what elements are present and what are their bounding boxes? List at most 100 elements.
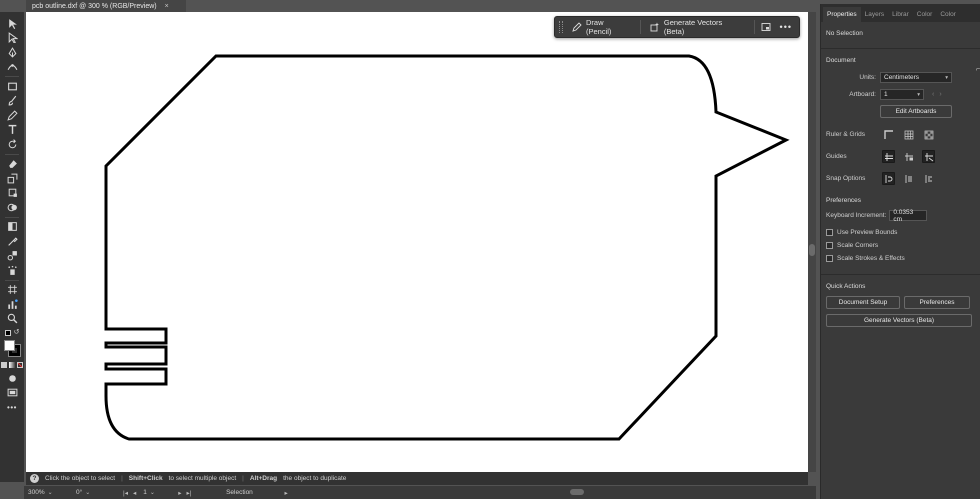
draw-pencil-button[interactable]: Draw (Pencil)	[567, 18, 636, 36]
rulers-toggle[interactable]	[882, 128, 895, 141]
artboard-options-icon[interactable]	[759, 20, 773, 34]
generate-vectors-panel-button[interactable]: Generate Vectors (Beta)	[826, 314, 972, 327]
scale-corners-checkbox[interactable]: Scale Corners	[826, 242, 975, 249]
none-mode-icon[interactable]	[17, 362, 23, 368]
direct-selection-tool-button[interactable]	[3, 31, 21, 46]
last-artboard-button[interactable]: ▸|	[186, 489, 191, 497]
draw-mode-button[interactable]	[3, 371, 21, 386]
shape-builder-tool-button[interactable]	[3, 200, 21, 215]
free-transform-tool-icon	[8, 188, 17, 198]
paintbrush-tool-button[interactable]	[3, 94, 21, 109]
eyedropper-tool-button[interactable]	[3, 234, 21, 249]
preferences-button[interactable]: Preferences	[904, 296, 970, 309]
document-tab[interactable]: pcb outline.dxf @ 300 % (RGB/Preview) ×	[26, 0, 186, 12]
free-transform-tool-button[interactable]	[3, 186, 21, 201]
edit-toolbar-button[interactable]: •••	[3, 400, 21, 415]
artboard-navigation: |◂ ◂	[120, 489, 139, 497]
artboard-next-icon[interactable]: ›	[939, 91, 941, 98]
taskbar-grip-handle[interactable]	[559, 21, 563, 33]
use-preview-bounds-checkbox[interactable]: Use Preview Bounds	[826, 229, 975, 236]
help-icon[interactable]: ?	[30, 474, 39, 483]
artboard-dropdown[interactable]: 1 ▾	[880, 89, 924, 100]
panel-collapse-icon[interactable]: ⌐	[976, 66, 980, 73]
generate-vectors-button[interactable]: Generate Vectors (Beta)	[645, 18, 750, 36]
previous-artboard-button[interactable]: ◂	[133, 489, 136, 497]
scale-tool-button[interactable]	[3, 171, 21, 186]
scale-strokes-checkbox[interactable]: Scale Strokes & Effects	[826, 255, 975, 262]
more-options-button[interactable]: •••	[777, 22, 795, 32]
generate-vectors-icon	[650, 22, 659, 32]
artboard-number-value: 1	[143, 489, 147, 496]
gradient-tool-button[interactable]	[3, 220, 21, 235]
play-icon[interactable]: ▸	[284, 489, 287, 497]
horizontal-scroll-thumb[interactable]	[570, 489, 584, 495]
eyedropper-tool-icon	[7, 237, 18, 246]
smart-guides-toggle[interactable]	[922, 150, 935, 163]
fill-swatch[interactable]	[4, 340, 15, 351]
fill-stroke-swatches[interactable]	[2, 338, 22, 358]
current-tool-display[interactable]: Selection	[194, 487, 284, 498]
first-artboard-button[interactable]: |◂	[123, 489, 128, 497]
direct-selection-tool-icon	[8, 32, 18, 44]
units-dropdown[interactable]: Centimeters ▾	[880, 72, 952, 83]
checkbox-box[interactable]	[826, 255, 833, 262]
keyboard-increment-input[interactable]: 0.0353 cm	[889, 209, 928, 223]
gradient-mode-icon[interactable]	[9, 362, 15, 368]
rotation-field[interactable]: 0° ⌄	[72, 487, 120, 498]
artboard-tool-button[interactable]	[3, 283, 21, 298]
document-setup-button[interactable]: Document Setup	[826, 296, 900, 309]
rectangle-tool-button[interactable]	[3, 79, 21, 94]
bar-graph-tool-button[interactable]	[3, 297, 21, 312]
tab-libraries[interactable]: Librar	[888, 11, 913, 22]
vertical-scrollbar[interactable]	[808, 12, 816, 472]
shape-builder-tool-icon	[7, 203, 17, 212]
status-hint-shift-key: Shift+Click	[128, 475, 163, 482]
swap-colors-icon[interactable]: ↺	[14, 329, 20, 336]
curvature-tool-button[interactable]	[3, 60, 21, 75]
tab-properties[interactable]: Properties	[823, 7, 861, 22]
zoom-level-field[interactable]: 300% ⌄	[24, 487, 72, 498]
snap-to-pixel-toggle[interactable]	[922, 172, 935, 185]
properties-panel: Properties Layers Librar Color Color No …	[820, 4, 980, 499]
artboard-tool-icon	[7, 285, 17, 295]
checkbox-box[interactable]	[826, 242, 833, 249]
guides-icon	[884, 152, 893, 161]
draw-pencil-label: Draw (Pencil)	[585, 18, 612, 36]
selection-tool-button[interactable]	[3, 16, 21, 31]
canvas[interactable]	[26, 12, 816, 472]
next-artboard-button[interactable]: ▸	[178, 489, 181, 497]
lock-guides-toggle[interactable]	[902, 150, 915, 163]
eraser-tool-button[interactable]	[3, 157, 21, 172]
pencil-tool-button[interactable]	[3, 108, 21, 123]
screen-mode-button[interactable]	[3, 386, 21, 401]
guides-toggle[interactable]	[882, 150, 895, 163]
type-tool-button[interactable]	[3, 123, 21, 138]
transparency-grid-toggle[interactable]	[922, 128, 935, 141]
checkbox-box[interactable]	[826, 229, 833, 236]
default-colors-icon[interactable]	[4, 330, 11, 336]
units-value: Centimeters	[884, 74, 920, 81]
pcb-outline-drawing[interactable]	[26, 12, 808, 472]
tab-layers[interactable]: Layers	[861, 11, 889, 22]
rotate-tool-button[interactable]	[3, 137, 21, 152]
vertical-scroll-thumb[interactable]	[809, 244, 815, 256]
symbol-sprayer-tool-button[interactable]	[3, 263, 21, 278]
zoom-tool-button[interactable]	[3, 312, 21, 327]
snap-to-grid-toggle[interactable]	[902, 172, 915, 185]
pen-tool-button[interactable]	[3, 45, 21, 60]
snap-to-point-toggle[interactable]	[882, 172, 895, 185]
color-mode-icon[interactable]	[1, 362, 7, 368]
pencil-icon	[572, 22, 582, 32]
artboard-prev-icon[interactable]: ‹	[932, 91, 934, 98]
smart-guides-icon	[924, 152, 933, 161]
status-hint-alt: the object to duplicate	[283, 475, 347, 482]
blend-tool-button[interactable]	[3, 249, 21, 264]
pcb-outline-path[interactable]	[104, 54, 790, 441]
edit-artboards-button[interactable]: Edit Artboards	[880, 105, 952, 118]
grid-toggle[interactable]	[902, 128, 915, 141]
close-tab-icon[interactable]: ×	[165, 3, 169, 10]
tab-color-guide[interactable]: Color	[936, 11, 960, 22]
tab-color[interactable]: Color	[913, 11, 937, 22]
artboard-number-field[interactable]: 1 ⌄	[139, 487, 175, 498]
artboard[interactable]	[26, 12, 808, 472]
